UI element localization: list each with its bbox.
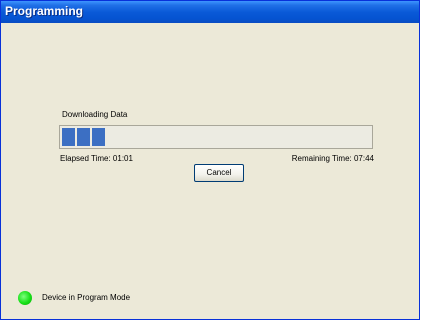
- green-status-led-icon: [18, 291, 32, 305]
- elapsed-time: Elapsed Time: 01:01: [60, 154, 133, 163]
- window-title: Programming: [1, 1, 419, 23]
- progress-block: [62, 128, 75, 146]
- progress-block: [92, 128, 105, 146]
- progress-block: [77, 128, 90, 146]
- downloading-label: Downloading Data: [62, 110, 128, 119]
- programming-window: Programming Downloading Data Elapsed Tim…: [0, 0, 420, 320]
- device-status-text: Device in Program Mode: [42, 293, 131, 302]
- download-progress-bar: [59, 125, 373, 149]
- progress-fill: [62, 128, 105, 146]
- remaining-time: Remaining Time: 07:44: [291, 154, 374, 163]
- cancel-button[interactable]: Cancel: [194, 164, 244, 182]
